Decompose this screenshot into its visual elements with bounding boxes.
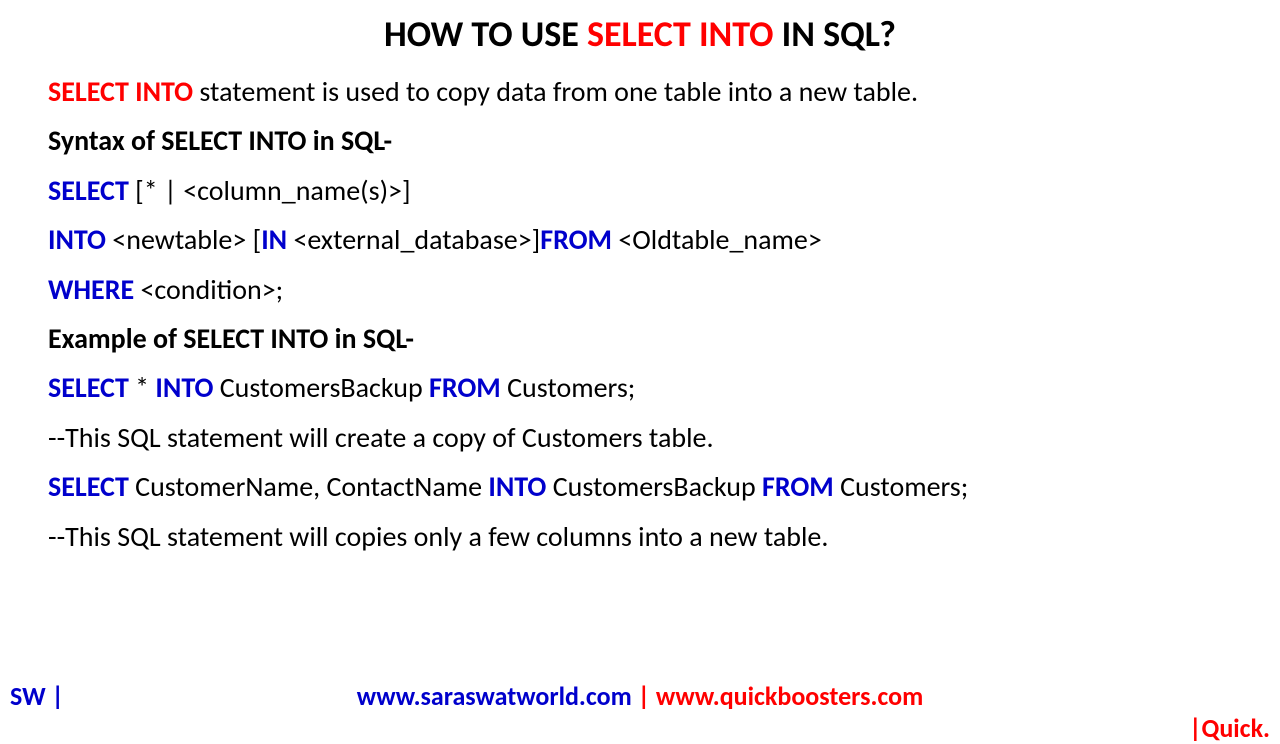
comment2: --This SQL statement will copies only a … — [48, 515, 1232, 558]
ex2-txt3: Customers; — [834, 469, 969, 504]
example2: SELECT CustomerName, ContactName INTO Cu… — [48, 465, 1232, 508]
ex1-kw-from: FROM — [429, 370, 501, 405]
intro-text: statement is used to copy data from one … — [193, 74, 918, 109]
footer-left: SW | — [10, 680, 64, 712]
footer-url-blue: www.saraswatworld.com — [357, 680, 632, 712]
ex2-kw-select: SELECT — [48, 469, 129, 504]
syntax-line2-txt2: <external_database>] — [287, 222, 540, 257]
syntax-line3-txt: <condition>; — [134, 272, 283, 307]
syntax-line2-txt1: <newtable> [ — [106, 222, 261, 257]
title-part2: IN SQL? — [773, 12, 896, 56]
syntax-line3: WHERE <condition>; — [48, 268, 1232, 311]
ex2-kw-from: FROM — [762, 469, 834, 504]
footer-center: www.saraswatworld.com | www.quickbooster… — [10, 680, 1270, 712]
footer-url-red: www.quickboosters.com — [656, 680, 923, 712]
kw-from: FROM — [540, 222, 612, 257]
page-title: HOW TO USE SELECT INTO IN SQL? — [48, 12, 1232, 56]
ex1-kw-select: SELECT — [48, 370, 129, 405]
title-highlight: SELECT INTO — [587, 12, 774, 56]
example-header: Example of SELECT INTO in SQL- — [48, 317, 1232, 360]
comment1: --This SQL statement will create a copy … — [48, 416, 1232, 459]
ex1-kw-into: INTO — [155, 370, 213, 405]
syntax-line2: INTO <newtable> [IN <external_database>]… — [48, 218, 1232, 261]
kw-where: WHERE — [48, 272, 134, 307]
example1: SELECT * INTO CustomersBackup FROM Custo… — [48, 366, 1232, 409]
kw-select: SELECT — [48, 173, 129, 208]
syntax-line1: SELECT [* | <column_name(s)>] — [48, 169, 1232, 212]
footer-sep: | — [632, 680, 656, 712]
footer-right: |Quick. — [1189, 712, 1270, 744]
ex2-txt2: CustomersBackup — [546, 469, 762, 504]
kw-in: IN — [261, 222, 287, 257]
intro-keyword: SELECT INTO — [48, 74, 193, 109]
intro-line: SELECT INTO statement is used to copy da… — [48, 70, 1232, 113]
ex1-txt1: * — [129, 370, 156, 405]
kw-into: INTO — [48, 222, 106, 257]
syntax-header: Syntax of SELECT INTO in SQL- — [48, 119, 1232, 162]
content-body: SELECT INTO statement is used to copy da… — [48, 70, 1232, 558]
syntax-line1-txt: [* | <column_name(s)>] — [129, 173, 411, 208]
ex2-kw-into: INTO — [488, 469, 546, 504]
syntax-line2-txt3: <Oldtable_name> — [612, 222, 822, 257]
ex1-txt2: CustomersBackup — [213, 370, 429, 405]
ex2-txt1: CustomerName, ContactName — [129, 469, 489, 504]
footer: SW | www.saraswatworld.com | www.quickbo… — [0, 680, 1280, 712]
ex1-txt3: Customers; — [501, 370, 636, 405]
title-part1: HOW TO USE — [384, 12, 587, 56]
